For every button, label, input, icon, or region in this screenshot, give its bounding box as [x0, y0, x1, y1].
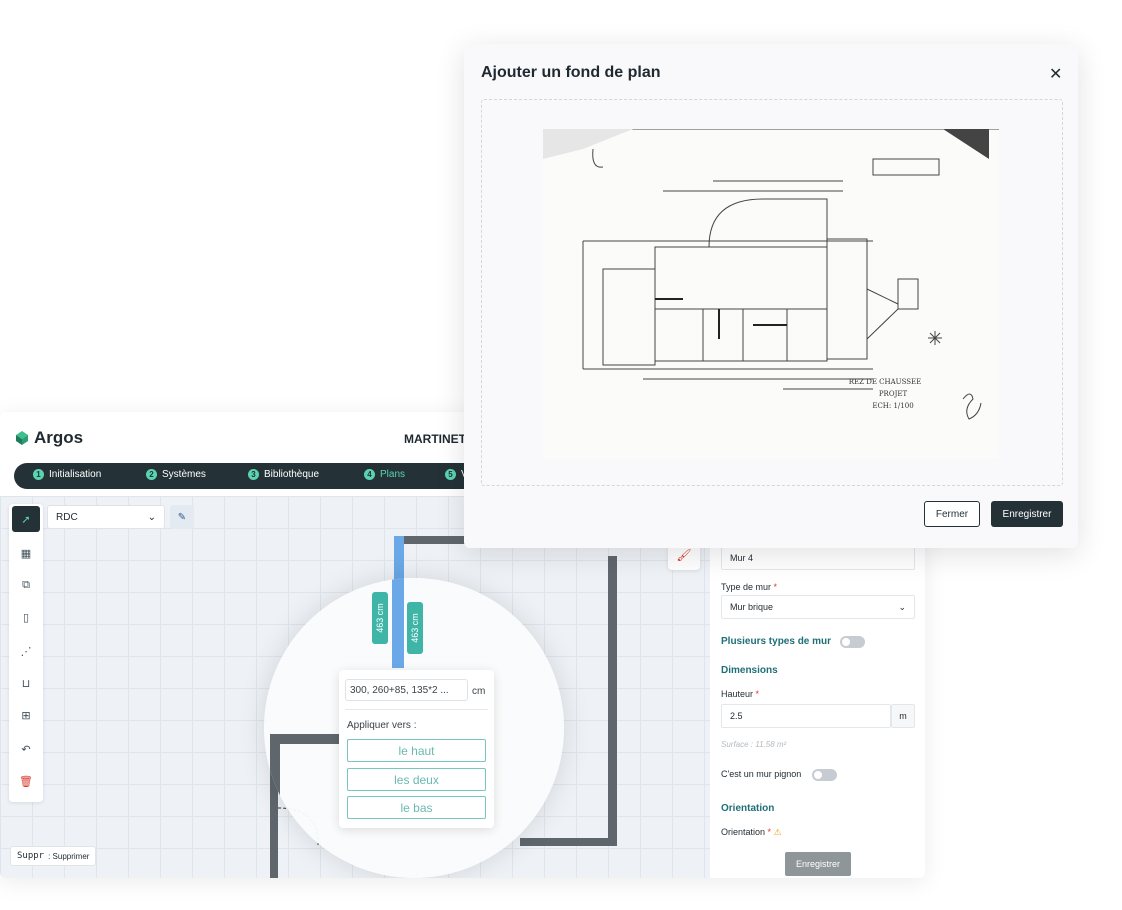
trash-icon[interactable]: 🗑 — [12, 768, 40, 794]
select-tool-icon[interactable]: ➚ — [12, 506, 40, 532]
chevron-down-icon: ⌄ — [898, 602, 906, 612]
close-icon[interactable]: ✕ — [1049, 64, 1062, 84]
step-label: Systèmes — [162, 469, 206, 480]
height-label: Hauteur * — [721, 689, 760, 699]
height-label-text: Hauteur — [721, 689, 754, 699]
height-input[interactable]: 2.5 — [721, 704, 891, 728]
level-select[interactable]: RDC ⌄ — [47, 505, 165, 529]
step-systemes[interactable]: 2 Systèmes — [146, 469, 206, 480]
orientation-label: Orientation * ⚠ — [721, 827, 782, 837]
shortcut-hint: Suppr : Supprimer — [10, 846, 97, 866]
dimension-value: 463 cm — [410, 613, 421, 643]
undo-icon[interactable]: ↶ — [12, 736, 40, 762]
wall-type-label-text: Type de mur — [721, 582, 772, 592]
plan-caption-3: ECH: 1/100 — [872, 402, 913, 410]
panel-save-button[interactable]: Enregistrer — [785, 852, 851, 876]
door-tool-icon[interactable]: ▯ — [12, 604, 40, 630]
step-number: 4 — [364, 469, 375, 480]
wall-type-label: Type de mur * — [721, 582, 778, 592]
apply-top-button[interactable]: le haut — [347, 739, 486, 762]
step-number: 2 — [146, 469, 157, 480]
wall-split-popup: 300, 260+85, 135*2 ... cm Appliquer vers… — [339, 670, 494, 828]
dimensions-title: Dimensions — [721, 665, 778, 676]
level-value: RDC — [56, 512, 78, 523]
multi-types-toggle[interactable] — [840, 636, 865, 648]
apply-both-button[interactable]: les deux — [347, 768, 486, 791]
background-plan-modal: Ajouter un fond de plan ✕ REZ DE CHAUSSE… — [464, 44, 1078, 548]
shortcut-desc: : Supprimer — [48, 851, 90, 861]
zoom-wall — [270, 734, 280, 874]
gable-label: C'est un mur pignon — [721, 769, 802, 779]
wall-type-value: Mur brique — [730, 602, 774, 612]
modal-close-button[interactable]: Fermer — [924, 501, 980, 527]
wall-right[interactable] — [608, 556, 617, 846]
step-label: Bibliothèque — [264, 469, 320, 480]
split-input[interactable]: 300, 260+85, 135*2 ... — [345, 679, 468, 701]
step-label: Initialisation — [49, 469, 102, 480]
room-tool-icon[interactable]: ▦ — [12, 540, 40, 566]
plan-caption-2: PROJET — [879, 390, 908, 398]
tool-palette: ➚ ▦ ⧉ ▯ ⋰ ⊔ ⊞ ↶ 🗑 — [9, 504, 43, 802]
step-bibliotheque[interactable]: 3 Bibliothèque — [248, 469, 319, 480]
floor-tool-icon[interactable]: ⊔ — [12, 670, 40, 696]
dimension-tag-right[interactable]: 463 cm — [407, 602, 423, 654]
surface-readout: Surface : 11.58 m² — [721, 740, 787, 749]
divider — [345, 709, 488, 710]
zoom-wall — [270, 734, 350, 744]
multi-types-label: Plusieurs types de mur — [721, 636, 832, 647]
dimension-tag-left[interactable]: 463 cm — [372, 592, 388, 644]
step-initialisation[interactable]: 1 Initialisation — [33, 469, 101, 480]
dimension-value: 463 cm — [375, 603, 386, 633]
wall-properties-panel: Mur 4 Type de mur * Mur brique ⌄ Plusieu… — [712, 540, 925, 878]
apply-bottom-button[interactable]: le bas — [347, 796, 486, 819]
step-number: 3 — [248, 469, 259, 480]
height-unit: m — [891, 704, 915, 728]
plan-caption-1: REZ DE CHAUSSEE — [849, 378, 922, 386]
step-label: Plans — [380, 469, 406, 480]
split-unit: cm — [472, 686, 486, 697]
plan-preview-image: REZ DE CHAUSSEE PROJET ECH: 1/100 — [543, 129, 999, 459]
step-plans[interactable]: 4 Plans — [364, 469, 405, 480]
step-number: 1 — [33, 469, 44, 480]
edit-level-button[interactable]: ✎ — [170, 505, 194, 529]
apply-label: Appliquer vers : — [347, 720, 417, 731]
wall-top[interactable] — [396, 536, 466, 544]
step-number: 5 — [445, 469, 456, 480]
app-name: Argos — [34, 428, 84, 447]
grid-tool-icon[interactable]: ⊞ — [12, 702, 40, 728]
modal-title: Ajouter un fond de plan — [481, 64, 661, 81]
zoom-selected-wall — [392, 578, 404, 668]
orientation-title: Orientation — [721, 803, 775, 814]
window-tool-icon[interactable]: ⧉ — [12, 572, 40, 598]
modal-save-button[interactable]: Enregistrer — [991, 501, 1063, 527]
project-name: MARTINET — [404, 432, 466, 446]
wall-name-field[interactable]: Mur 4 — [721, 546, 915, 570]
orientation-label-text: Orientation — [721, 827, 766, 837]
brush-icon: 🖌 — [676, 548, 692, 562]
measure-tool-icon[interactable]: ⋰ — [12, 638, 40, 664]
gable-toggle[interactable] — [812, 769, 837, 781]
logo: Argos — [14, 428, 83, 448]
shortcut-key: Suppr — [17, 851, 45, 861]
pencil-icon: ✎ — [177, 511, 187, 523]
wall-type-select[interactable]: Mur brique ⌄ — [721, 595, 915, 619]
chevron-down-icon: ⌄ — [147, 512, 156, 523]
floor-plan-scan: REZ DE CHAUSSEE PROJET ECH: 1/100 — [543, 129, 999, 420]
argos-logo-icon — [16, 431, 28, 445]
warning-icon: ⚠ — [773, 827, 782, 837]
